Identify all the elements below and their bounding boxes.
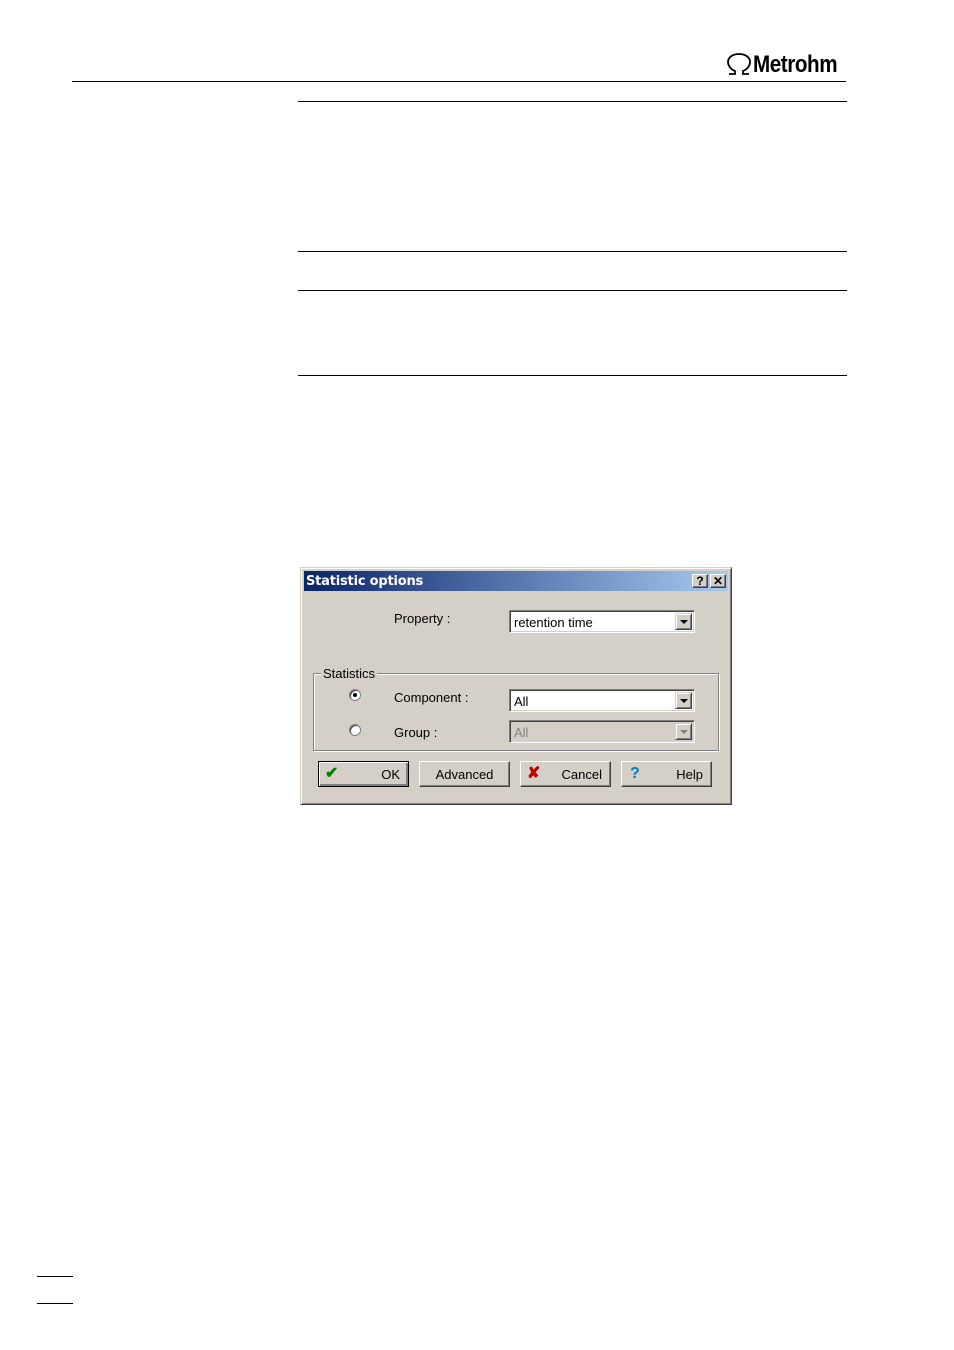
advanced-button[interactable]: Advanced (419, 761, 510, 787)
help-button[interactable]: ? Help (621, 761, 712, 787)
component-value: All (514, 694, 529, 709)
statistic-options-dialog: Statistic options ? ✕ Property : retenti… (300, 567, 732, 805)
statistics-legend: Statistics (321, 666, 378, 681)
question-icon: ? (696, 574, 704, 588)
cross-icon: ✘ (527, 765, 541, 782)
property-label: Property : (394, 611, 451, 626)
group-radio[interactable] (349, 724, 361, 736)
footer-rule-2 (37, 1303, 73, 1304)
advanced-button-label: Advanced (435, 767, 494, 782)
section-rule-2 (298, 251, 847, 252)
section-rule-1 (298, 101, 847, 102)
chevron-down-icon[interactable] (675, 692, 692, 709)
help-button-label: Help (676, 767, 703, 782)
component-combo[interactable]: All (509, 689, 695, 712)
header-rule (72, 81, 846, 82)
cancel-button-label: Cancel (561, 767, 602, 782)
group-label: Group : (394, 725, 438, 740)
chevron-down-icon (675, 723, 692, 740)
metrohm-logo: Metrohm (725, 50, 851, 80)
footer-rule-1 (37, 1276, 73, 1277)
section-rule-3 (298, 290, 847, 291)
dialog-titlebar[interactable]: Statistic options ? ✕ (304, 571, 728, 591)
property-combo[interactable]: retention time (509, 610, 695, 633)
group-combo: All (509, 720, 695, 743)
section-rule-4 (298, 375, 847, 376)
cancel-button[interactable]: ✘ Cancel (520, 761, 611, 787)
brand-name: Metrohm (753, 51, 838, 78)
question-icon: ? (630, 765, 640, 782)
checkmark-icon: ✔ (325, 765, 339, 782)
dialog-title: Statistic options (306, 574, 424, 589)
close-icon: ✕ (712, 574, 724, 588)
group-value: All (514, 725, 529, 740)
component-label: Component : (394, 690, 469, 705)
ok-button-label: OK (381, 767, 400, 782)
title-close-button[interactable]: ✕ (710, 574, 726, 588)
chevron-down-icon[interactable] (675, 613, 692, 630)
component-radio[interactable] (349, 689, 361, 701)
omega-logo-icon (727, 53, 751, 75)
property-value: retention time (514, 615, 593, 630)
ok-button[interactable]: ✔ OK (318, 761, 409, 787)
title-help-button[interactable]: ? (692, 574, 708, 588)
